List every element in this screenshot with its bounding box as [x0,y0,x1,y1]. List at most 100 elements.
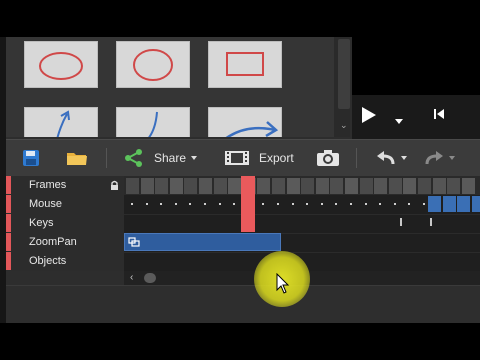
thumbnail-ellipse[interactable] [24,41,98,88]
open-button[interactable] [66,140,88,176]
mouse-keyframe [160,203,163,205]
share-label: Share [154,151,187,165]
track-color-bar [6,176,11,194]
undo-icon [377,151,395,165]
gallery-scrollbar[interactable]: ⌄ [334,37,350,137]
mouse-lane[interactable] [124,195,480,215]
lock-icon[interactable] [110,180,119,190]
mouse-keyframe [393,203,396,205]
mouse-keyframe [350,203,352,205]
zoompan-clip-icon [128,237,140,247]
mouse-keyframe [364,203,367,205]
frame-cell[interactable] [272,178,285,194]
mouse-keyframe [277,203,279,205]
frame-cell[interactable] [388,178,402,194]
frame-cell[interactable] [199,178,212,194]
zoompan-lane[interactable] [124,233,480,253]
track-color-bar [6,233,11,251]
mouse-keyframe [262,203,265,205]
mouse-keyframe [131,203,133,205]
playhead[interactable] [241,176,255,232]
frame-cell[interactable] [140,178,154,194]
frame-cell[interactable] [432,178,446,194]
mouse-click-segment[interactable] [471,196,480,212]
mouse-keyframe [189,203,192,205]
track-zoompan[interactable]: ZoomPan [6,233,124,252]
app-window: ⌄ Share Export Frames Mouse Keys ZoomPan… [0,37,480,323]
camera-icon [317,150,339,166]
frame-cell[interactable] [286,178,300,194]
skip-to-start-icon[interactable] [432,107,446,121]
chevron-down-icon [191,156,198,160]
thumbnail-arrow-up[interactable] [24,107,98,137]
mouse-click-segment[interactable] [442,196,456,212]
snapshot-button[interactable] [316,140,340,176]
timeline[interactable] [124,176,480,271]
chevron-down-icon[interactable] [395,119,403,124]
export-button[interactable]: Export [224,140,294,176]
track-mouse[interactable]: Mouse [6,195,124,214]
track-label: Keys [29,217,54,229]
undo-button[interactable] [376,140,407,176]
share-button[interactable]: Share [124,140,198,176]
key-marker[interactable] [400,218,402,226]
frame-cell[interactable] [301,178,315,194]
track-label: Objects [29,255,67,267]
mouse-keyframe [233,203,236,205]
frame-cell[interactable] [315,178,329,194]
chevron-left-icon[interactable]: ‹ [130,273,133,283]
frame-cell[interactable] [359,178,373,194]
frame-cell[interactable] [126,178,139,194]
scrollbar-thumb[interactable] [144,273,156,283]
thumbnail-arrow-curve[interactable] [116,107,190,137]
track-list: Frames Mouse Keys ZoomPan Objects [6,176,124,271]
frame-cell[interactable] [257,178,271,194]
frame-cell[interactable] [418,178,431,194]
mouse-keyframe [291,203,294,205]
export-label: Export [259,151,294,165]
frame-cell[interactable] [374,178,388,194]
mouse-click-segment[interactable] [428,196,441,212]
frames-lane[interactable] [124,176,480,195]
frame-cell[interactable] [330,178,344,194]
mouse-click-segment[interactable] [457,196,471,212]
key-marker[interactable] [430,218,432,226]
redo-button[interactable] [424,140,455,176]
thumbnail-circle[interactable] [116,41,190,88]
track-label: ZoomPan [29,236,77,248]
frame-cell[interactable] [184,178,198,194]
chevron-down-icon[interactable]: ⌄ [340,121,348,130]
mouse-keyframe [423,203,425,205]
mouse-keyframe [408,203,411,205]
play-icon[interactable] [362,107,376,123]
frame-cell[interactable] [155,178,169,194]
mouse-keyframe [320,203,323,205]
save-button[interactable] [22,140,40,176]
thumbnail-rectangle[interactable] [208,41,282,88]
frame-cell[interactable] [345,178,358,194]
frame-cell[interactable] [403,178,417,194]
frame-cell[interactable] [447,178,461,194]
scrollbar-thumb[interactable] [338,39,350,109]
frame-cell[interactable] [228,178,242,194]
mouse-keyframe [218,203,221,205]
track-color-bar [6,214,11,232]
track-frames[interactable]: Frames [6,176,124,195]
thumbnail-arrow-right[interactable] [208,107,282,137]
frame-cell[interactable] [461,178,475,194]
rectangle-shape-icon [226,52,264,76]
right-arrow-shape-icon [225,121,279,137]
frame-cell[interactable] [213,178,227,194]
keys-lane[interactable] [124,214,480,234]
curved-arrow-shape-icon [148,111,158,137]
frame-cell[interactable] [169,178,183,194]
redo-icon [425,151,443,165]
object-gallery: ⌄ [6,37,350,137]
track-color-bar [6,252,11,270]
mouse-keyframe [335,203,338,205]
zoompan-clip[interactable] [124,233,281,251]
track-keys[interactable]: Keys [6,214,124,233]
share-icon [125,149,142,167]
playback-controls [352,95,480,139]
track-objects[interactable]: Objects [6,252,124,271]
